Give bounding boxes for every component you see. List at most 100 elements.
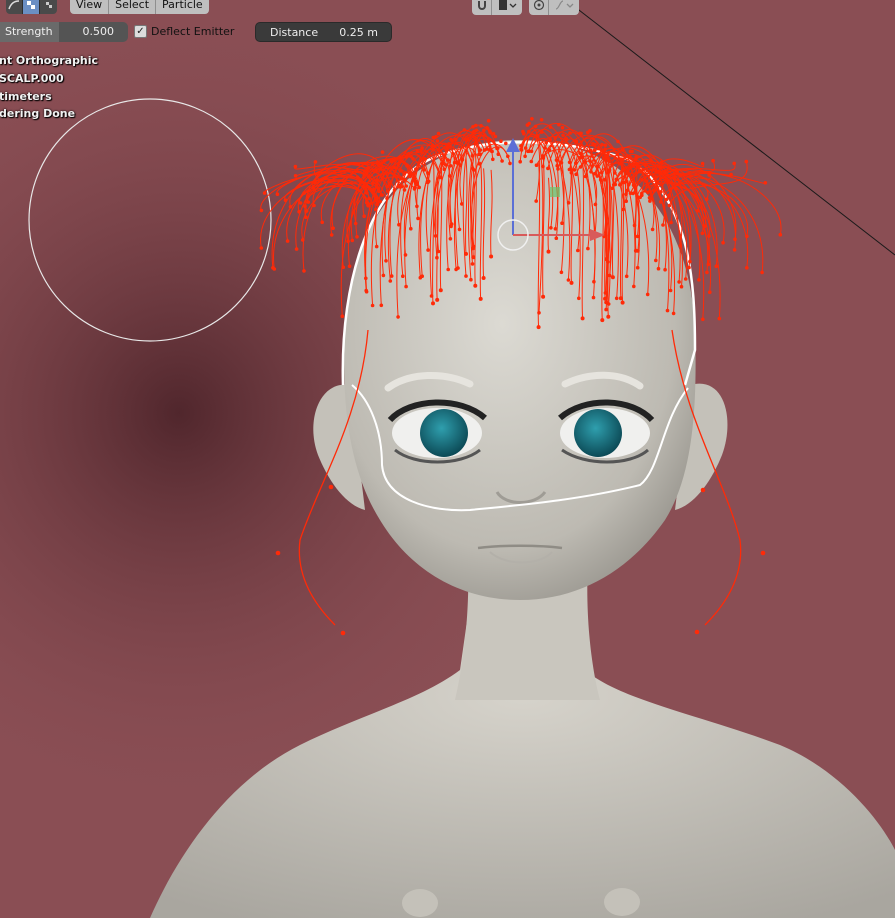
header-menu: View Select Particle bbox=[70, 0, 209, 14]
hair-point bbox=[760, 270, 764, 275]
hair-point bbox=[578, 165, 583, 169]
hair-point bbox=[610, 275, 615, 280]
hair-point bbox=[526, 149, 530, 154]
hair-point bbox=[471, 130, 475, 135]
display-mode-icon[interactable] bbox=[492, 0, 522, 15]
hair-point bbox=[519, 147, 523, 152]
distance-field[interactable]: Distance 0.25 m bbox=[255, 22, 392, 42]
hair-point bbox=[566, 201, 571, 205]
hair-point bbox=[460, 157, 465, 162]
right-iris bbox=[574, 409, 622, 457]
hair-point bbox=[697, 278, 701, 282]
hair-point bbox=[654, 258, 658, 263]
strength-slider[interactable]: Strength 0.500 bbox=[0, 22, 128, 42]
hair-point bbox=[389, 274, 394, 278]
deflect-emitter-checkbox[interactable]: ✓ bbox=[134, 25, 147, 38]
checker-small-icon[interactable] bbox=[40, 0, 57, 14]
hair-point bbox=[259, 208, 264, 213]
hair-point bbox=[677, 280, 681, 284]
hair-point bbox=[320, 220, 325, 225]
select-menu[interactable]: Select bbox=[109, 0, 157, 14]
hair-point bbox=[671, 311, 676, 316]
particle-menu[interactable]: Particle bbox=[156, 0, 209, 14]
hair-point bbox=[358, 179, 363, 183]
hair-point bbox=[586, 246, 590, 251]
snap-group bbox=[472, 0, 522, 15]
hair-point bbox=[464, 274, 468, 278]
hair-point bbox=[778, 232, 783, 237]
hair-point bbox=[469, 277, 473, 282]
strength-value: 0.500 bbox=[82, 25, 115, 38]
hair-point bbox=[370, 303, 375, 308]
proportional-edit-icon[interactable] bbox=[529, 0, 549, 15]
hair-point bbox=[539, 118, 544, 122]
deflect-emitter-toggle[interactable]: ✓ Deflect Emitter bbox=[134, 25, 234, 38]
hair-point bbox=[591, 295, 596, 300]
hair-point bbox=[664, 197, 669, 202]
hair-point bbox=[663, 267, 667, 272]
hair-point bbox=[481, 276, 486, 280]
hair-point bbox=[353, 221, 358, 226]
hair-point bbox=[568, 131, 572, 135]
hair-point bbox=[663, 170, 667, 175]
hair-point bbox=[328, 484, 334, 490]
falloff-icon[interactable] bbox=[549, 0, 579, 15]
head bbox=[344, 140, 696, 600]
3d-viewport[interactable] bbox=[0, 0, 895, 918]
hair-point bbox=[380, 193, 385, 197]
object-name-text: SCALP.000 bbox=[0, 72, 64, 85]
hair-point bbox=[456, 266, 460, 270]
hair-point bbox=[262, 191, 267, 195]
hair-point bbox=[431, 301, 435, 306]
hair-point bbox=[438, 288, 443, 293]
snap-magnet-icon[interactable] bbox=[472, 0, 492, 15]
hair-point bbox=[652, 189, 656, 193]
hair-point bbox=[577, 296, 581, 301]
hair-point bbox=[435, 139, 440, 143]
hair-point bbox=[409, 226, 413, 231]
hair-point bbox=[687, 265, 691, 270]
hair-point bbox=[604, 307, 608, 312]
hair-point bbox=[382, 159, 387, 163]
hair-point bbox=[659, 190, 663, 194]
hair-point bbox=[534, 199, 538, 203]
hair-point bbox=[500, 159, 504, 163]
hair-point bbox=[591, 142, 595, 146]
hair-point bbox=[401, 274, 405, 279]
hair-point bbox=[546, 249, 551, 254]
strength-label: Strength bbox=[5, 25, 53, 38]
hair-point bbox=[275, 550, 281, 556]
hair-point bbox=[374, 198, 379, 203]
hair-point bbox=[420, 146, 424, 150]
hair-point bbox=[398, 185, 402, 189]
hair-point bbox=[589, 170, 593, 174]
hair-point bbox=[404, 184, 409, 188]
checker-mode-icon[interactable] bbox=[23, 0, 40, 14]
hair-point bbox=[614, 296, 619, 301]
hair-point bbox=[340, 314, 345, 319]
hair-point bbox=[499, 139, 503, 143]
hair-point bbox=[470, 262, 475, 266]
hair-point bbox=[661, 223, 665, 227]
hair-point bbox=[478, 296, 483, 301]
hair-point bbox=[656, 266, 661, 271]
hair-point bbox=[549, 226, 553, 230]
hair-point bbox=[364, 288, 369, 293]
hair-point bbox=[491, 131, 496, 136]
hair-point bbox=[694, 629, 700, 635]
hair-point bbox=[442, 167, 447, 171]
hair-point bbox=[700, 161, 705, 166]
hair-point bbox=[554, 236, 559, 240]
hair-point bbox=[559, 270, 564, 275]
hair-point bbox=[488, 130, 493, 135]
hair-point bbox=[504, 141, 508, 146]
hair-point bbox=[548, 138, 553, 142]
hair-point bbox=[426, 248, 430, 252]
hair-point bbox=[732, 161, 736, 166]
hair-point bbox=[704, 197, 709, 201]
view-menu[interactable]: View bbox=[70, 0, 110, 14]
comb-brush-icon[interactable] bbox=[6, 0, 23, 14]
hair-point bbox=[489, 254, 494, 259]
hair-point bbox=[667, 203, 672, 208]
hair-point bbox=[729, 172, 733, 177]
